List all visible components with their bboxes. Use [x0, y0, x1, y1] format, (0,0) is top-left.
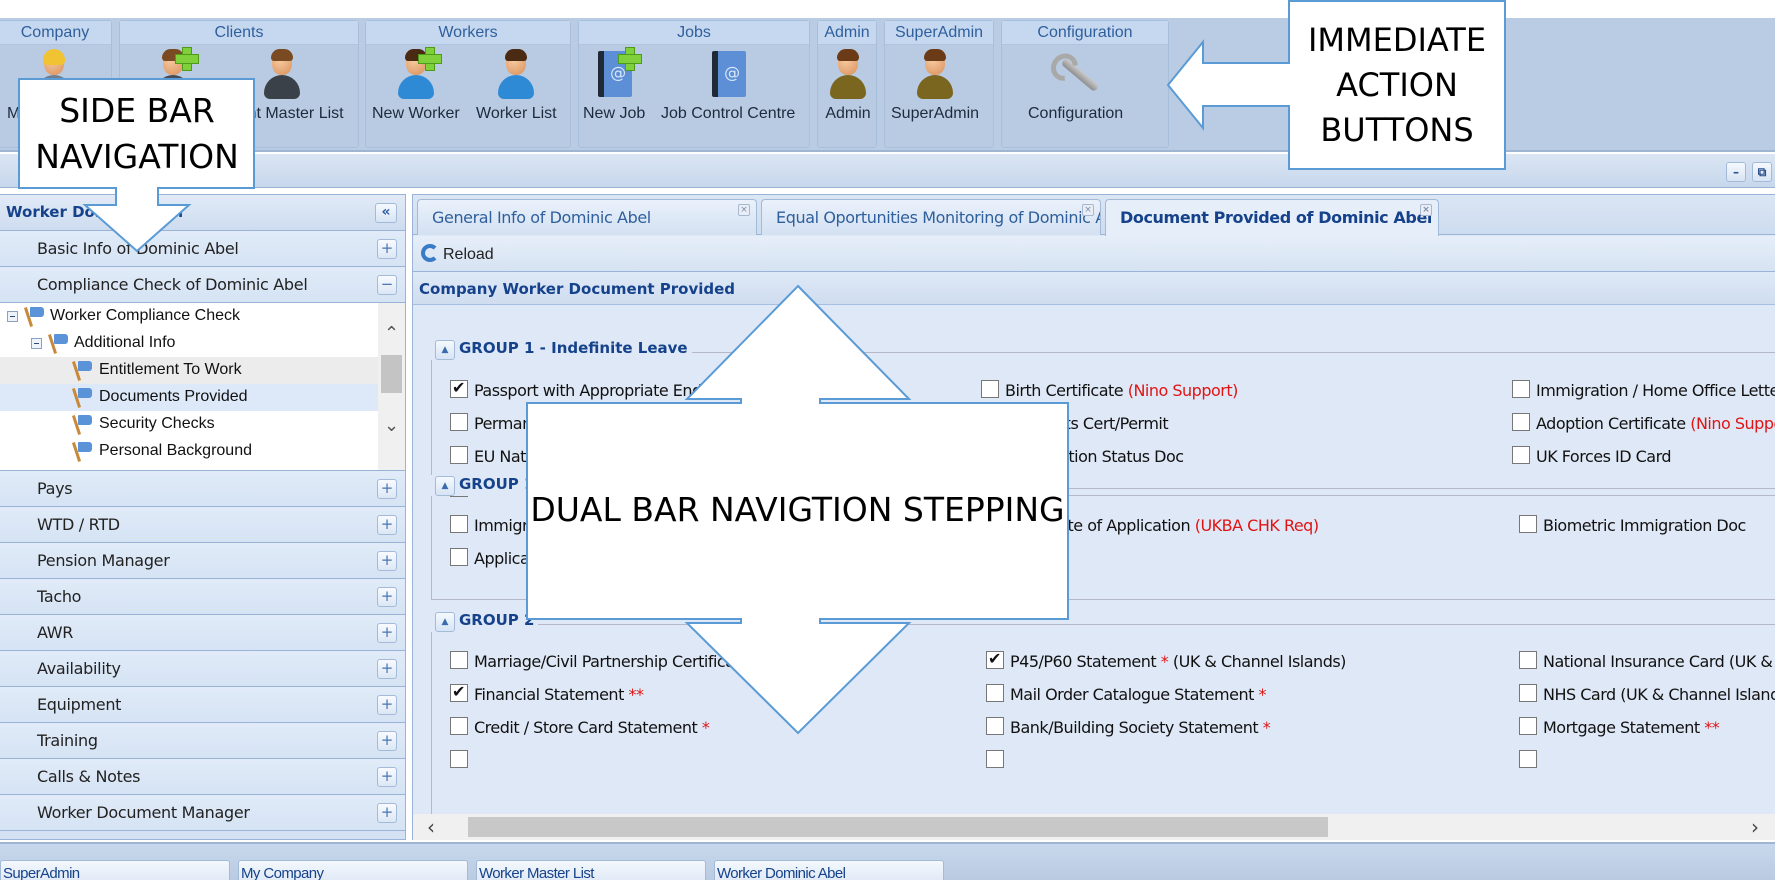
annotation-overlay	[18, 0, 1506, 735]
action-callout-text: IMMEDIATE ACTION BUTTONS	[1307, 21, 1487, 149]
sidebar-callout-text: SIDE BAR NAVIGATION	[35, 91, 239, 176]
stepping-callout-text: DUAL BAR NAVIGTION STEPPING	[530, 490, 1065, 529]
